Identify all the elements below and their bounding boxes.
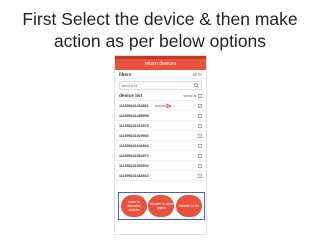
device-id: 111909241619575 xyxy=(119,123,149,128)
search-input[interactable] xyxy=(122,82,193,89)
filter-value: all xyxy=(192,71,197,77)
device-row[interactable]: 111909241489999 xyxy=(115,111,206,121)
device-row[interactable]: 111909241929900 xyxy=(115,131,206,141)
device-id: 111909241684664 xyxy=(119,173,149,178)
select-all-toggle[interactable]: select all xyxy=(183,94,202,98)
slide-title: First Select the device & then make acti… xyxy=(0,8,320,52)
device-checkbox[interactable] xyxy=(198,133,202,138)
chevron-down-icon xyxy=(198,72,202,76)
device-list-header: device list select all xyxy=(115,92,206,101)
filter-dropdown[interactable]: all xyxy=(192,72,202,77)
device-list-title: device list xyxy=(119,93,143,99)
device-row[interactable]: 111909241464861 xyxy=(115,101,206,111)
slide-title-line-2: action as per below options xyxy=(53,31,267,51)
phone-screenshot: return devices filters all device list s… xyxy=(114,55,207,235)
app-header: return devices xyxy=(115,59,206,70)
device-row[interactable]: 111909241644664 xyxy=(115,141,206,151)
device-row[interactable]: 111909241954970 xyxy=(115,151,206,161)
device-id: 111909241954970 xyxy=(119,153,149,158)
device-checkbox[interactable] xyxy=(198,153,202,158)
slide-title-line-1: First Select the device & then make xyxy=(22,9,298,29)
search-bar xyxy=(119,81,202,90)
transfer-to-sir-button[interactable]: transfer to Sir xyxy=(176,195,203,217)
transfer-to-sir-label: transfer to Sir xyxy=(179,204,200,208)
device-id: 111909241644664 xyxy=(119,143,149,148)
app-header-title: return devices xyxy=(144,61,177,67)
device-checkbox-checked[interactable] xyxy=(198,103,202,108)
device-row[interactable]: 111909241954504 xyxy=(115,161,206,171)
filters-row[interactable]: filters all xyxy=(115,70,206,79)
device-checkbox[interactable] xyxy=(198,143,202,148)
device-id: 111909241464861 xyxy=(119,103,149,108)
transfer-to-agent-button[interactable]: transfer to other agent xyxy=(148,195,175,217)
device-id: 111909241954504 xyxy=(119,163,149,168)
device-checkbox[interactable] xyxy=(198,163,202,168)
search-icon[interactable] xyxy=(193,83,199,89)
transfer-to-agent-label: transfer to other agent xyxy=(149,202,174,210)
select-all-checkbox[interactable] xyxy=(198,94,202,98)
actions-highlight-box: move to allocated devices transfer to ot… xyxy=(118,192,205,220)
annotation-arrow-icon xyxy=(155,103,171,109)
move-to-allocated-button[interactable]: move to allocated devices xyxy=(120,195,147,217)
device-checkbox[interactable] xyxy=(198,173,202,178)
device-checkbox[interactable] xyxy=(198,113,202,118)
move-to-allocated-label: move to allocated devices xyxy=(127,200,141,212)
device-row[interactable]: 111909241684664 xyxy=(115,171,206,181)
device-id: 111909241929900 xyxy=(119,133,149,138)
device-list: 111909241464861 111909241489999 11190924… xyxy=(115,101,206,181)
checkmark-icon xyxy=(199,104,201,107)
device-checkbox[interactable] xyxy=(198,123,202,128)
device-row[interactable]: 111909241619575 xyxy=(115,121,206,131)
filters-label: filters xyxy=(119,71,132,77)
device-id: 111909241489999 xyxy=(119,113,149,118)
select-all-label: select all xyxy=(183,94,197,98)
